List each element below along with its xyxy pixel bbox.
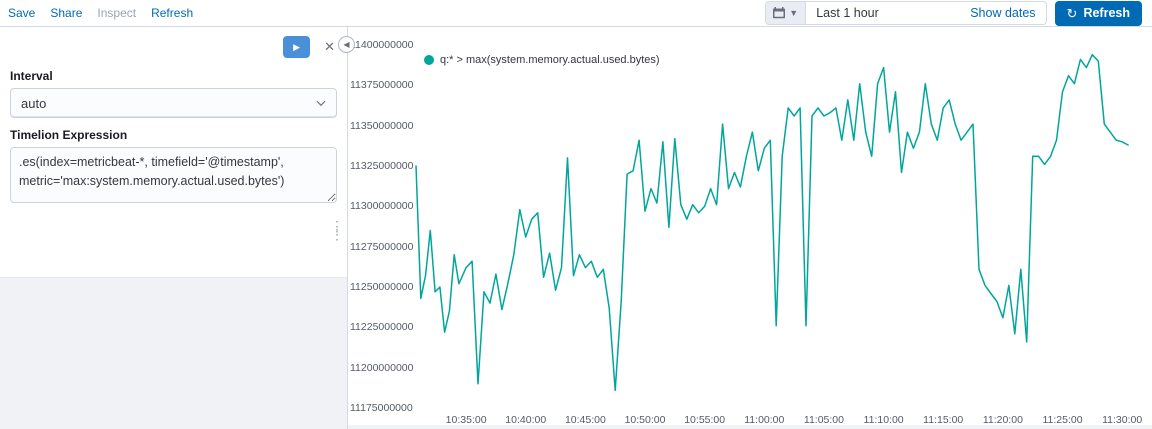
refresh-icon: ↻ [1066,5,1078,21]
x-axis-label: 11:15:00 [923,414,964,426]
calendar-icon [773,7,786,19]
x-axis-label: 11:20:00 [982,414,1023,426]
chevron-down-icon [315,97,327,112]
y-axis-label: 11400000000 [350,39,414,51]
chart-panel: ◀ q:* > max(system.memory.actual.used.by… [338,27,1152,426]
refresh-menu-button[interactable]: Refresh [151,6,193,20]
play-icon: ▶ [293,41,301,52]
y-axis-label: 11325000000 [350,160,414,172]
refresh-button[interactable]: ↻ Refresh [1054,0,1142,26]
calendar-dropdown-button[interactable]: ▼ [766,2,807,24]
main-content: ▶ ✕ Interval auto Timelion Expression .e… [0,27,1152,429]
y-axis-label: 11300000000 [350,200,414,213]
y-axis-label: 11225000000 [350,321,414,334]
expression-editor-card: ▶ ✕ Interval auto Timelion Expression .e… [0,27,347,278]
x-axis-label: 10:55:00 [684,414,726,426]
interval-label: Interval [10,69,53,83]
chevron-left-icon: ◀ [343,40,350,49]
panel-resize-handle[interactable]: ⋮ ⋮ [330,219,344,241]
x-axis-label: 11:30:00 [1102,414,1143,426]
date-picker: ▼ Last 1 hour Show dates [765,1,1047,25]
timeseries-chart [415,53,1129,392]
series-line [415,53,1129,392]
inspect-button[interactable]: Inspect [97,6,136,20]
show-dates-button[interactable]: Show dates [966,6,1045,20]
time-controls: ▼ Last 1 hour Show dates ↻ Refresh [765,0,1144,26]
x-axis-label: 10:45:00 [564,414,606,426]
y-axis-label: 11200000000 [350,361,414,374]
chevron-down-icon: ▼ [789,7,799,18]
x-axis-label: 11:00:00 [744,414,785,426]
x-axis-label: 10:35:00 [445,414,487,426]
y-axis-label: 11175000000 [350,402,413,414]
time-range-display[interactable]: Last 1 hour [806,6,966,20]
x-axis-label: 10:40:00 [505,414,547,426]
collapse-editor-button[interactable]: ◀ [338,36,355,53]
close-panel-button[interactable]: ✕ [322,39,337,55]
refresh-button-label: Refresh [1083,6,1130,20]
play-button[interactable]: ▶ [283,36,311,58]
y-axis-label: 11350000000 [350,119,414,132]
expression-editor-panel: ▶ ✕ Interval auto Timelion Expression .e… [0,27,348,429]
x-axis-label: 11:25:00 [1042,414,1083,426]
x-axis-label: 11:10:00 [863,414,904,426]
y-axis-label: 11275000000 [350,240,414,253]
y-axis-label: 11375000000 [350,79,414,92]
editor-actions: ▶ ✕ [10,35,337,59]
interval-select[interactable]: auto [10,88,337,118]
expression-label: Timelion Expression [10,128,128,142]
y-axis-label: 11250000000 [350,281,414,293]
x-axis-label: 11:05:00 [803,414,844,426]
save-button[interactable]: Save [8,6,35,20]
share-button[interactable]: Share [50,6,82,20]
top-menu-bar: Save Share Inspect Refresh ▼ Last 1 hour… [0,0,1152,27]
x-axis-label: 10:50:00 [624,414,666,426]
interval-selected-value: auto [21,95,47,111]
timelion-expression-input[interactable]: .es(index=metricbeat-*, timefield='@time… [10,147,337,203]
